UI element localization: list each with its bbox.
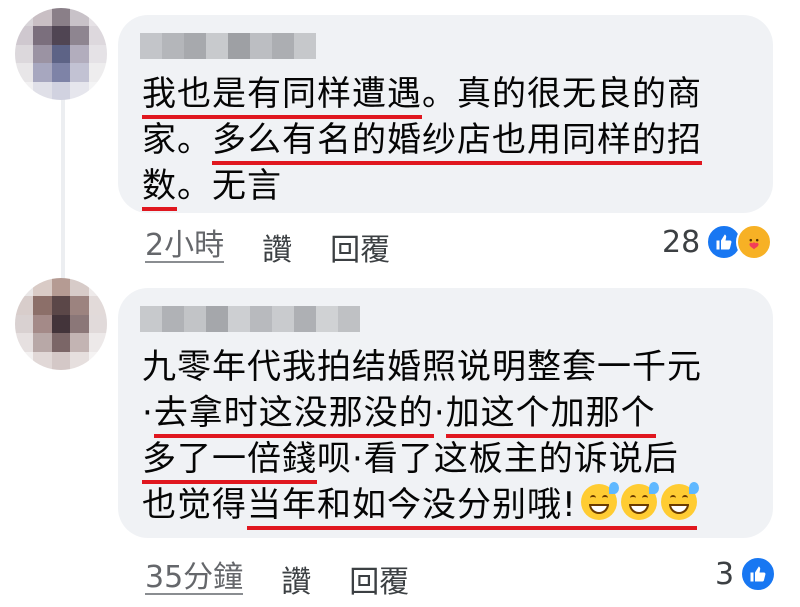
comment-actions: 2小時 讚 回覆 xyxy=(145,225,390,269)
comment-actions: 35分鐘 讚 回覆 xyxy=(145,557,409,601)
like-button[interactable]: 讚 xyxy=(262,225,292,269)
sweat-smile-emoji xyxy=(660,482,699,520)
reaction-count: 3 xyxy=(715,556,735,592)
comment-line: 也觉得当年和如今没分别哦! xyxy=(142,482,699,530)
comment-bubble: 九零年代我拍结婚照说明整套一千元 ·去拿时这没那没的·加这个加那个 多了一倍錢呗… xyxy=(118,288,773,538)
reply-button[interactable]: 回覆 xyxy=(349,557,409,601)
avatar[interactable] xyxy=(15,8,107,100)
reaction-summary[interactable]: 28 xyxy=(662,224,773,260)
comment-line: 数。无言 xyxy=(142,163,282,211)
comment-line: ·去拿时这没那没的·加这个加那个 xyxy=(142,390,656,438)
reaction-count: 28 xyxy=(662,224,701,260)
comment-line: 家。多么有名的婚纱店也用同样的招 xyxy=(142,117,702,165)
comment-line: 多了一倍錢呗·看了这板主的诉说后 xyxy=(142,436,679,484)
thread-line xyxy=(61,86,65,286)
sweat-smile-emoji xyxy=(580,482,619,520)
like-icon xyxy=(740,556,777,592)
author-name[interactable] xyxy=(140,33,316,59)
timestamp-link[interactable]: 35分鐘 xyxy=(145,563,244,595)
sweat-smile-emoji xyxy=(620,482,659,520)
comment-line: 九零年代我拍结婚照说明整套一千元 xyxy=(142,347,702,387)
comment-line: 我也是有同样遭遇。真的很无良的商 xyxy=(142,71,702,119)
reply-button[interactable]: 回覆 xyxy=(330,225,390,269)
care-icon xyxy=(736,224,773,260)
author-name[interactable] xyxy=(140,306,360,332)
reaction-summary[interactable]: 3 xyxy=(715,556,777,592)
timestamp-link[interactable]: 2小時 xyxy=(145,231,225,263)
avatar[interactable] xyxy=(15,278,107,370)
like-button[interactable]: 讚 xyxy=(281,557,311,601)
comment-bubble: 我也是有同样遭遇。真的很无良的商 家。多么有名的婚纱店也用同样的招 数。无言 xyxy=(118,15,773,213)
